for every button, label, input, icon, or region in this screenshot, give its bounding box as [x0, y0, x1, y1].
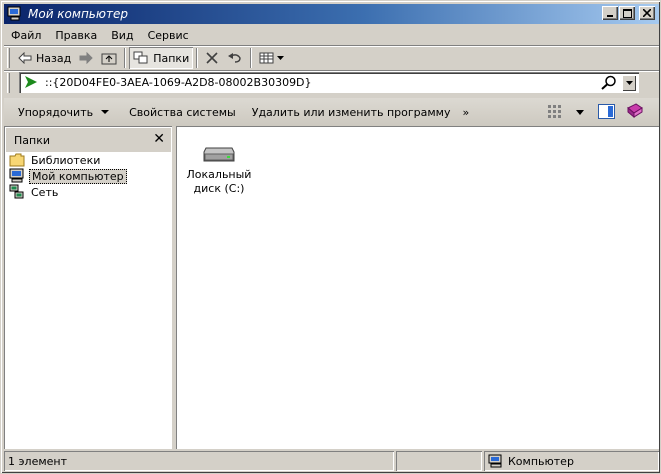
folders-button[interactable]: Папки [129, 47, 194, 69]
maximize-button[interactable] [619, 6, 635, 20]
folder-tree: Библиотеки Мой компьютер Сеть [6, 152, 171, 200]
folders-icon [133, 51, 149, 65]
drive-label-line1: Локальный [186, 168, 252, 181]
drive-label: Локальный диск (C:) [187, 168, 252, 196]
libraries-folder-icon [9, 153, 25, 167]
organize-button[interactable]: Упорядочить [10, 101, 117, 123]
tree-item-my-computer[interactable]: Мой компьютер [6, 168, 171, 184]
toolbar-separator [196, 48, 199, 68]
back-arrow-icon [18, 52, 32, 64]
up-folder-icon [101, 51, 117, 65]
go-arrow-icon [25, 76, 37, 88]
chevron-down-icon [101, 110, 110, 114]
chevron-down-icon [625, 81, 633, 85]
undo-button[interactable] [223, 47, 247, 69]
delete-x-icon [205, 51, 219, 65]
computer-icon [9, 168, 25, 184]
more-commands-button[interactable]: » [458, 101, 473, 123]
title-bar[interactable]: Мой компьютер [4, 4, 659, 24]
folders-pane: Папки ✕ Библиотеки Мой компьютер Сеть [4, 126, 172, 449]
chevron-down-icon[interactable] [576, 110, 584, 115]
system-properties-label: Свойства системы [129, 105, 236, 119]
computer-icon [488, 454, 504, 468]
views-button[interactable] [255, 47, 288, 69]
toolbar-grip[interactable] [7, 48, 10, 68]
up-folder-button[interactable] [97, 47, 121, 69]
tree-item-label: Мой компьютер [29, 168, 127, 184]
folders-pane-header: Папки ✕ [6, 128, 171, 152]
address-bar: ::{20D04FE0-3AEA-1069-A2D8-08002B30309D} [4, 71, 659, 95]
folders-label: Папки [153, 51, 190, 65]
toolbar-separator [124, 48, 127, 68]
computer-icon[interactable] [7, 6, 23, 22]
views-grid-icon [259, 52, 275, 64]
forward-button[interactable] [75, 47, 97, 69]
window-title: Мой компьютер [28, 7, 128, 21]
status-location-label: Компьютер [508, 454, 574, 468]
network-icon [9, 184, 25, 200]
forward-arrow-icon [79, 52, 93, 64]
organize-label: Упорядочить [18, 105, 94, 119]
hard-drive-icon [203, 146, 235, 164]
command-bar: Упорядочить Свойства системы Удалить или… [4, 98, 659, 126]
content-area: Папки ✕ Библиотеки Мой компьютер Сеть Ло… [4, 126, 659, 449]
view-options-icon[interactable] [547, 104, 563, 120]
file-view[interactable]: Локальный диск (C:) [176, 126, 659, 449]
tree-item-label: Сеть [31, 185, 59, 199]
status-item-count: 1 элемент [4, 451, 394, 471]
uninstall-program-button[interactable]: Удалить или изменить программу [244, 101, 459, 123]
menu-file[interactable]: Файл [4, 29, 48, 42]
address-field[interactable]: ::{20D04FE0-3AEA-1069-A2D8-08002B30309D} [19, 72, 639, 93]
tree-item-libraries[interactable]: Библиотеки [6, 152, 171, 168]
preview-pane-icon[interactable] [598, 104, 615, 119]
minimize-button[interactable] [602, 6, 618, 20]
back-button[interactable]: Назад [14, 47, 75, 69]
drive-label-line2: диск (C:) [193, 182, 245, 195]
tree-item-network[interactable]: Сеть [6, 184, 171, 200]
uninstall-program-label: Удалить или изменить программу [251, 105, 451, 119]
menu-bar: Файл Правка Вид Сервис [4, 26, 659, 45]
undo-icon [227, 52, 243, 64]
explorer-window: Мой компьютер Файл Правка Вид Сервис Наз… [0, 0, 661, 474]
address-input[interactable]: ::{20D04FE0-3AEA-1069-A2D8-08002B30309D} [45, 76, 312, 89]
menu-edit[interactable]: Правка [48, 29, 104, 42]
chevron-down-icon [277, 56, 285, 60]
folders-pane-title: Папки [14, 133, 50, 147]
menu-view[interactable]: Вид [104, 29, 140, 42]
delete-button[interactable] [201, 47, 223, 69]
search-icon[interactable] [601, 75, 617, 90]
status-location: Компьютер [484, 451, 659, 471]
system-properties-button[interactable]: Свойства системы [121, 101, 244, 123]
address-grip[interactable] [7, 73, 10, 93]
menu-tools[interactable]: Сервис [141, 29, 196, 42]
toolbar-separator [250, 48, 253, 68]
tree-item-label: Библиотеки [31, 153, 101, 167]
help-book-icon[interactable] [626, 102, 644, 120]
close-icon[interactable]: ✕ [153, 131, 165, 147]
standard-toolbar: Назад Папки [4, 46, 659, 70]
status-bar: 1 элемент Компьютер [4, 451, 659, 472]
close-button[interactable] [639, 6, 655, 20]
back-label: Назад [36, 51, 72, 65]
status-empty-cell [396, 451, 482, 471]
address-dropdown-button[interactable] [622, 75, 636, 91]
drive-item-local-c[interactable]: Локальный диск (C:) [184, 146, 254, 196]
more-commands-label: » [462, 105, 470, 119]
